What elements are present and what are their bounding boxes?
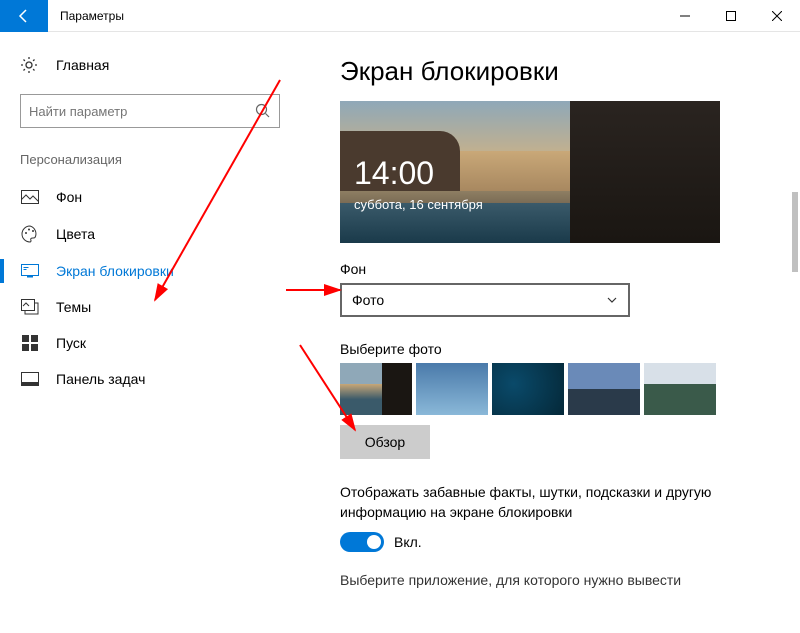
- themes-icon: [20, 299, 40, 315]
- nav-label: Цвета: [56, 226, 95, 242]
- home-label: Главная: [56, 57, 109, 73]
- thumbnail-2[interactable]: [416, 363, 488, 415]
- page-title: Экран блокировки: [340, 56, 780, 87]
- nav-label: Панель задач: [56, 371, 145, 387]
- close-button[interactable]: [754, 0, 800, 32]
- thumbnail-3[interactable]: [492, 363, 564, 415]
- gear-icon: [20, 56, 40, 74]
- toggle-state-label: Вкл.: [394, 534, 422, 550]
- nav-taskbar[interactable]: Панель задач: [0, 361, 300, 397]
- facts-toggle[interactable]: [340, 532, 384, 552]
- footer-text: Выберите приложение, для которого нужно …: [340, 572, 780, 588]
- nav-label: Экран блокировки: [56, 263, 174, 279]
- main-content: Экран блокировки 14:00 суббота, 16 сентя…: [300, 32, 800, 633]
- nav-label: Фон: [56, 189, 82, 205]
- start-icon: [20, 335, 40, 351]
- palette-icon: [20, 225, 40, 243]
- search-icon: [255, 103, 271, 119]
- background-label: Фон: [340, 261, 780, 277]
- nav-colors[interactable]: Цвета: [0, 215, 300, 253]
- chevron-down-icon: [606, 294, 618, 306]
- home-link[interactable]: Главная: [0, 48, 300, 82]
- background-dropdown[interactable]: Фото: [340, 283, 630, 317]
- nav-themes[interactable]: Темы: [0, 289, 300, 325]
- taskbar-icon: [20, 372, 40, 386]
- maximize-button[interactable]: [708, 0, 754, 32]
- minimize-button[interactable]: [662, 0, 708, 32]
- photo-thumbnails: [340, 363, 780, 415]
- back-button[interactable]: [0, 0, 48, 32]
- section-label: Персонализация: [0, 152, 300, 167]
- browse-button[interactable]: Обзор: [340, 425, 430, 459]
- preview-date: суббота, 16 сентября: [354, 197, 483, 212]
- nav-background[interactable]: Фон: [0, 179, 300, 215]
- sidebar: Главная Персонализация Фон Цвета Э: [0, 32, 300, 633]
- search-input-container[interactable]: [20, 94, 280, 128]
- lockscreen-preview: 14:00 суббота, 16 сентября: [340, 101, 720, 243]
- scrollbar[interactable]: [792, 192, 798, 272]
- nav-lockscreen[interactable]: Экран блокировки: [0, 253, 300, 289]
- search-input[interactable]: [29, 104, 255, 119]
- picture-icon: [20, 190, 40, 204]
- window-title: Параметры: [60, 9, 662, 23]
- nav-start[interactable]: Пуск: [0, 325, 300, 361]
- choose-photo-label: Выберите фото: [340, 341, 780, 357]
- thumbnail-1[interactable]: [340, 363, 412, 415]
- nav-label: Пуск: [56, 335, 86, 351]
- nav-label: Темы: [56, 299, 91, 315]
- preview-time: 14:00: [354, 155, 434, 192]
- browse-label: Обзор: [365, 434, 405, 450]
- thumbnail-4[interactable]: [568, 363, 640, 415]
- lockscreen-icon: [20, 264, 40, 278]
- thumbnail-5[interactable]: [644, 363, 716, 415]
- dropdown-value: Фото: [352, 292, 606, 308]
- toggle-description: Отображать забавные факты, шутки, подска…: [340, 483, 740, 522]
